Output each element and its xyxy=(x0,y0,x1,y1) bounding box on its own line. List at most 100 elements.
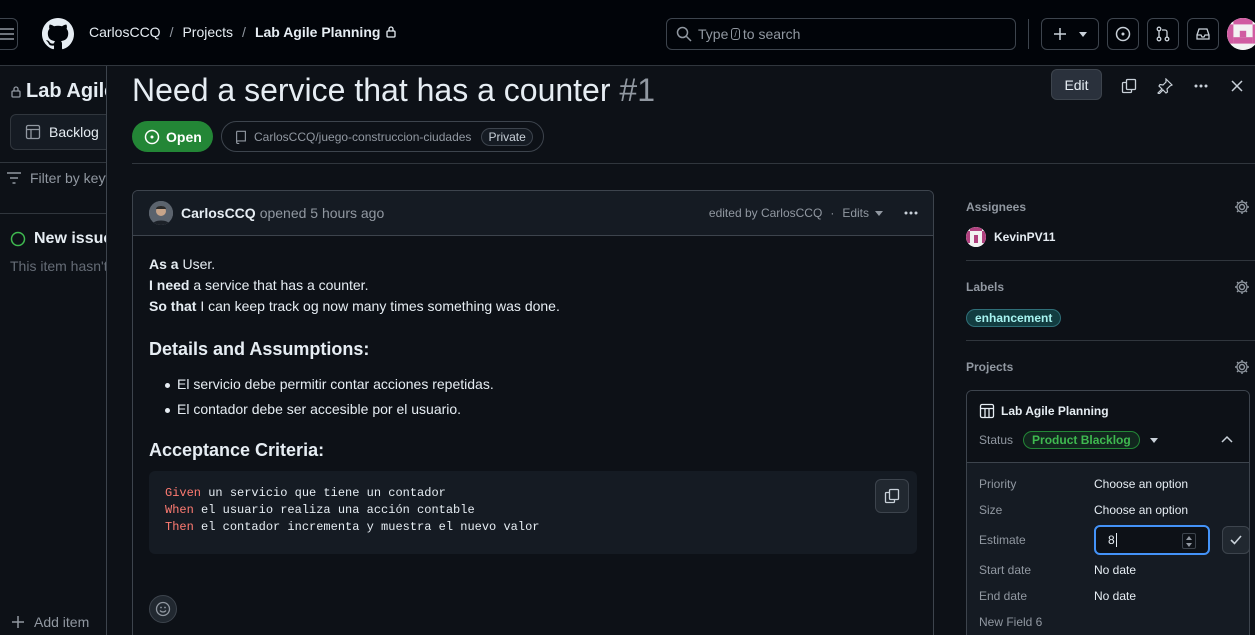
search-input[interactable]: Type / to search xyxy=(666,18,1016,50)
edited-by: edited by CarlosCCQ xyxy=(708,206,823,220)
new-issue-item[interactable]: New issue xyxy=(10,230,110,248)
plus-icon xyxy=(1054,28,1066,40)
pin-button[interactable] xyxy=(1153,74,1177,98)
plus-icon xyxy=(12,616,24,628)
issues-button[interactable] xyxy=(1107,18,1139,50)
project-fields: Priority Choose an option Size Choose an… xyxy=(967,463,1249,635)
field-estimate: Estimate 8 xyxy=(979,523,1249,557)
git-pull-request-icon xyxy=(1156,26,1170,42)
gear-icon xyxy=(1235,360,1249,374)
user-story-line: As a User. xyxy=(149,256,216,272)
project-title: Lab Agile Planning xyxy=(10,80,110,103)
project-card: Lab Agile Planning Status Product Blackl… xyxy=(966,390,1250,635)
status-label: Status xyxy=(979,433,1014,447)
list-item: El servicio debe permitir contar accione… xyxy=(163,374,917,395)
status-badge[interactable]: Product Blacklog xyxy=(1023,431,1140,449)
user-story-line: I need a service that has a counter. xyxy=(149,277,369,293)
project-card-header: Lab Agile Planning Status Product Blackl… xyxy=(967,391,1249,463)
assignee-avatar xyxy=(966,227,986,247)
new-item-description: This item hasn't been started xyxy=(10,258,110,274)
edits-dropdown[interactable]: Edits xyxy=(842,206,883,220)
table-icon xyxy=(25,124,41,140)
edit-title-button[interactable]: Edit xyxy=(1051,69,1102,100)
copy-code-button[interactable] xyxy=(875,479,909,513)
search-shortcut-key: / xyxy=(731,28,740,40)
assignee-name: KevinPV11 xyxy=(994,230,1056,244)
breadcrumb-owner[interactable]: CarlosCCQ xyxy=(89,24,161,40)
smiley-icon xyxy=(155,601,171,617)
field-start-date[interactable]: Start date No date xyxy=(979,557,1237,583)
copy-icon xyxy=(884,488,900,504)
assignee-item[interactable]: KevinPV11 xyxy=(966,227,1255,247)
issue-opened-icon xyxy=(144,129,160,144)
estimate-input[interactable]: 8 xyxy=(1094,525,1210,555)
label-badge[interactable]: enhancement xyxy=(966,309,1062,327)
pull-requests-button[interactable] xyxy=(1147,18,1179,50)
issue-side-panel: Need a service that has a counter #1 Edi… xyxy=(106,66,1255,635)
assignees-heading: Assignees xyxy=(966,200,1027,214)
labels-settings-button[interactable] xyxy=(1234,279,1250,295)
collapse-project-button[interactable] xyxy=(1221,435,1233,443)
comment-body: As a User. I need a service that has a c… xyxy=(133,236,933,572)
projects-section: Projects xyxy=(966,357,1255,377)
search-prefix: Type xyxy=(698,26,729,42)
author-avatar[interactable] xyxy=(149,201,173,225)
gear-icon xyxy=(1235,280,1249,294)
triangle-down-icon[interactable] xyxy=(1149,437,1158,443)
issue-title-text: Need a service that has a counter xyxy=(132,72,611,108)
code-line: When el usuario realiza una acción conta… xyxy=(165,503,475,517)
more-options-button[interactable] xyxy=(1189,74,1213,98)
issue-number: #1 xyxy=(619,72,655,108)
hamburger-menu-button[interactable] xyxy=(0,18,18,50)
project-name-link[interactable]: Lab Agile Planning xyxy=(979,403,1237,419)
pin-icon xyxy=(1157,78,1173,94)
field-size[interactable]: Size Choose an option xyxy=(979,497,1237,523)
add-item-button[interactable]: Add item xyxy=(12,614,89,630)
repository-link[interactable]: CarlosCCQ/juego-construccion-ciudades Pr… xyxy=(221,121,544,152)
labels-section: Labels enhancement xyxy=(966,277,1255,327)
menu-icon xyxy=(0,28,14,40)
table-icon xyxy=(979,403,995,419)
github-logo-icon[interactable] xyxy=(42,18,74,50)
user-avatar[interactable] xyxy=(1227,18,1255,50)
code-block: Given un servicio que tiene un contador … xyxy=(149,471,917,554)
confirm-estimate-button[interactable] xyxy=(1222,526,1249,554)
gear-icon xyxy=(1235,200,1249,214)
breadcrumb-project[interactable]: Lab Agile Planning xyxy=(255,24,381,40)
kebab-horizontal-icon xyxy=(1194,84,1208,88)
create-new-button[interactable] xyxy=(1041,18,1099,50)
project-board-background: Lab Agile Planning Backlog Filter by key… xyxy=(0,66,110,635)
filter-input[interactable]: Filter by keyword xyxy=(6,170,110,186)
code-line: Then el contador incrementa y muestra el… xyxy=(165,520,540,534)
comment-author[interactable]: CarlosCCQ xyxy=(181,205,256,221)
field-priority[interactable]: Priority Choose an option xyxy=(979,471,1237,497)
triangle-down-icon xyxy=(1079,31,1087,37)
add-reaction-button[interactable] xyxy=(149,595,177,623)
comment-header: CarlosCCQ opened 5 hours ago edited by C… xyxy=(133,191,933,236)
spin-up-icon xyxy=(1186,535,1192,540)
close-panel-button[interactable] xyxy=(1225,74,1249,98)
inbox-icon xyxy=(1196,28,1210,40)
issue-sidebar: Assignees KevinPV11 Labels enhancement P… xyxy=(966,190,1255,635)
project-status-row: Status Product Blacklog xyxy=(979,431,1237,449)
assignees-settings-button[interactable] xyxy=(1234,199,1250,215)
field-new-field-6[interactable]: New Field 6 xyxy=(979,609,1237,635)
issue-comment: CarlosCCQ opened 5 hours ago edited by C… xyxy=(132,190,934,635)
copy-link-button[interactable] xyxy=(1117,74,1141,98)
assignees-section: Assignees KevinPV11 xyxy=(966,197,1255,267)
issue-opened-icon xyxy=(1115,26,1131,42)
number-spinner[interactable] xyxy=(1182,533,1196,549)
issue-state-badge: Open xyxy=(132,121,213,152)
list-item: El contador debe ser accesible por el us… xyxy=(163,399,917,420)
search-suffix: to search xyxy=(742,26,801,42)
projects-settings-button[interactable] xyxy=(1234,359,1250,375)
field-end-date[interactable]: End date No date xyxy=(979,583,1237,609)
inbox-button[interactable] xyxy=(1187,18,1219,50)
code-line: Given un servicio que tiene un contador xyxy=(165,486,446,500)
labels-heading: Labels xyxy=(966,280,1005,294)
details-list: El servicio debe permitir contar accione… xyxy=(149,374,917,420)
issue-opened-icon xyxy=(10,231,26,247)
comment-options-button[interactable] xyxy=(903,205,919,221)
breadcrumb-projects[interactable]: Projects xyxy=(182,24,233,40)
tab-backlog[interactable]: Backlog xyxy=(10,114,110,150)
